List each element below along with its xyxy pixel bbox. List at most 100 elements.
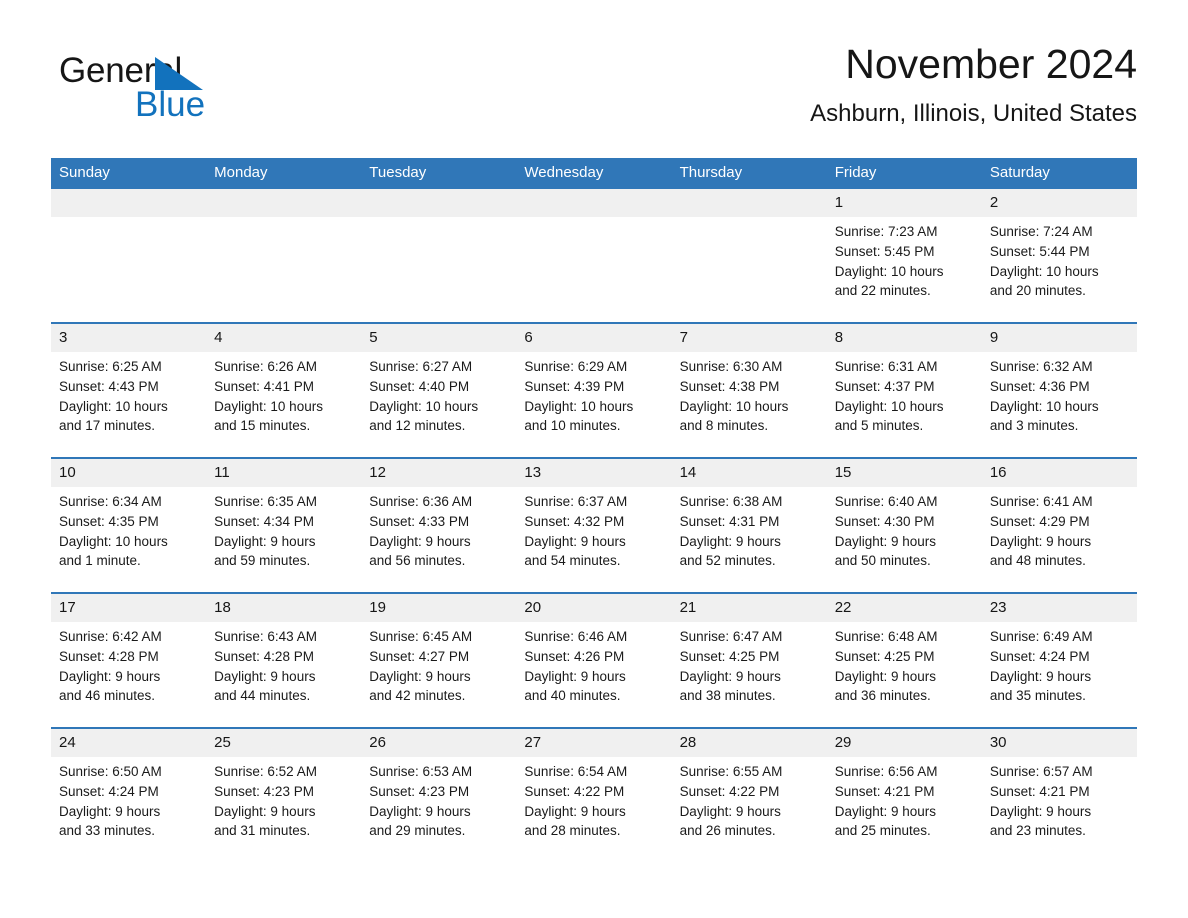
calendar-day-cell[interactable]: 28 Sunrise: 6:55 AM Sunset: 4:22 PM Dayl… bbox=[671, 727, 827, 862]
daylight-text-line2: and 25 minutes. bbox=[834, 823, 931, 839]
calendar-day-cell[interactable]: 2 Sunrise: 7:24 AM Sunset: 5:44 PM Dayli… bbox=[981, 189, 1137, 323]
day-details: Sunrise: 6:35 AM Sunset: 4:34 PM Dayligh… bbox=[206, 487, 361, 571]
calendar-day-cell[interactable]: 26 Sunrise: 6:53 AM Sunset: 4:23 PM Dayl… bbox=[361, 727, 517, 862]
day-details: Sunrise: 6:37 AM Sunset: 4:32 PM Dayligh… bbox=[516, 487, 671, 571]
calendar-day-cell[interactable]: 27 Sunrise: 6:54 AM Sunset: 4:22 PM Dayl… bbox=[516, 727, 672, 862]
day-number bbox=[516, 189, 672, 217]
day-number: 22 bbox=[826, 594, 982, 622]
calendar-day-cell[interactable]: 12 Sunrise: 6:36 AM Sunset: 4:33 PM Dayl… bbox=[361, 457, 517, 593]
daylight-text-line1: Daylight: 9 hours bbox=[524, 803, 626, 819]
calendar-day-cell[interactable]: 24 Sunrise: 6:50 AM Sunset: 4:24 PM Dayl… bbox=[51, 727, 207, 862]
calendar-day-cell[interactable]: 8 Sunrise: 6:31 AM Sunset: 4:37 PM Dayli… bbox=[826, 322, 982, 458]
calendar-day-cell[interactable]: 15 Sunrise: 6:40 AM Sunset: 4:30 PM Dayl… bbox=[826, 457, 982, 593]
calendar-day-cell[interactable]: 7 Sunrise: 6:30 AM Sunset: 4:38 PM Dayli… bbox=[671, 322, 827, 458]
sunrise-text: Sunrise: 6:49 AM bbox=[989, 629, 1093, 644]
day-number: 17 bbox=[51, 594, 207, 622]
calendar-day-cell[interactable]: 1 Sunrise: 7:23 AM Sunset: 5:45 PM Dayli… bbox=[826, 189, 982, 323]
sunrise-text: Sunrise: 6:32 AM bbox=[989, 359, 1093, 374]
calendar-day-cell[interactable]: 10 Sunrise: 6:34 AM Sunset: 4:35 PM Dayl… bbox=[51, 457, 207, 593]
sunset-text: Sunset: 4:24 PM bbox=[59, 783, 159, 799]
sunset-text: Sunset: 4:22 PM bbox=[524, 783, 625, 799]
calendar-day-cell[interactable]: 29 Sunrise: 6:56 AM Sunset: 4:21 PM Dayl… bbox=[826, 727, 982, 862]
daylight-text-line2: and 46 minutes. bbox=[59, 688, 156, 704]
daylight-text-line2: and 23 minutes. bbox=[989, 823, 1086, 839]
calendar-week-row: 1 Sunrise: 7:23 AM Sunset: 5:45 PM Dayli… bbox=[51, 189, 1137, 323]
calendar-day-cell[interactable] bbox=[51, 189, 207, 323]
sunrise-text: Sunrise: 6:53 AM bbox=[369, 764, 473, 779]
day-details: Sunrise: 6:52 AM Sunset: 4:23 PM Dayligh… bbox=[206, 757, 361, 841]
daylight-text-line2: and 54 minutes. bbox=[524, 553, 621, 569]
day-details: Sunrise: 6:47 AM Sunset: 4:25 PM Dayligh… bbox=[672, 622, 827, 706]
page-header: General Blue November 2024 Ashburn, Illi… bbox=[51, 38, 1137, 148]
sunset-text: Sunset: 4:28 PM bbox=[59, 648, 159, 664]
sunset-text: Sunset: 5:44 PM bbox=[989, 243, 1090, 259]
calendar-day-cell[interactable]: 25 Sunrise: 6:52 AM Sunset: 4:23 PM Dayl… bbox=[206, 727, 362, 862]
day-details: Sunrise: 6:55 AM Sunset: 4:22 PM Dayligh… bbox=[672, 757, 827, 841]
weekday-header-wednesday: Wednesday bbox=[516, 158, 672, 189]
sunrise-text: Sunrise: 6:38 AM bbox=[679, 494, 783, 509]
calendar-day-cell[interactable]: 13 Sunrise: 6:37 AM Sunset: 4:32 PM Dayl… bbox=[516, 457, 672, 593]
daylight-text-line2: and 5 minutes. bbox=[834, 418, 924, 434]
calendar-day-cell[interactable] bbox=[671, 189, 827, 323]
daylight-text-line2: and 1 minute. bbox=[59, 553, 141, 569]
daylight-text-line2: and 15 minutes. bbox=[214, 418, 311, 434]
day-details: Sunrise: 6:26 AM Sunset: 4:41 PM Dayligh… bbox=[206, 352, 361, 436]
calendar-day-cell[interactable] bbox=[516, 189, 672, 323]
calendar-day-cell[interactable]: 30 Sunrise: 6:57 AM Sunset: 4:21 PM Dayl… bbox=[981, 727, 1137, 862]
calendar-day-cell[interactable]: 3 Sunrise: 6:25 AM Sunset: 4:43 PM Dayli… bbox=[51, 322, 207, 458]
calendar-day-cell[interactable]: 23 Sunrise: 6:49 AM Sunset: 4:24 PM Dayl… bbox=[981, 592, 1137, 728]
calendar-day-cell[interactable]: 19 Sunrise: 6:45 AM Sunset: 4:27 PM Dayl… bbox=[361, 592, 517, 728]
calendar-day-cell[interactable]: 21 Sunrise: 6:47 AM Sunset: 4:25 PM Dayl… bbox=[671, 592, 827, 728]
sunrise-text: Sunrise: 6:30 AM bbox=[679, 359, 783, 374]
daylight-text-line2: and 22 minutes. bbox=[834, 283, 931, 299]
daylight-text-line1: Daylight: 9 hours bbox=[59, 668, 161, 684]
title-block: November 2024 Ashburn, Illinois, United … bbox=[810, 38, 1137, 128]
day-number: 6 bbox=[516, 324, 672, 352]
day-details: Sunrise: 6:53 AM Sunset: 4:23 PM Dayligh… bbox=[361, 757, 516, 841]
calendar-day-cell[interactable]: 4 Sunrise: 6:26 AM Sunset: 4:41 PM Dayli… bbox=[206, 322, 362, 458]
day-number: 18 bbox=[206, 594, 362, 622]
day-details: Sunrise: 6:49 AM Sunset: 4:24 PM Dayligh… bbox=[982, 622, 1137, 706]
daylight-text-line2: and 28 minutes. bbox=[524, 823, 621, 839]
daylight-text-line2: and 26 minutes. bbox=[679, 823, 776, 839]
daylight-text-line2: and 3 minutes. bbox=[989, 418, 1079, 434]
sunrise-text: Sunrise: 6:45 AM bbox=[369, 629, 473, 644]
daylight-text-line1: Daylight: 9 hours bbox=[834, 533, 937, 549]
calendar-day-cell[interactable]: 9 Sunrise: 6:32 AM Sunset: 4:36 PM Dayli… bbox=[981, 322, 1137, 458]
sunset-text: Sunset: 4:25 PM bbox=[679, 648, 780, 664]
daylight-text-line1: Daylight: 10 hours bbox=[679, 398, 789, 414]
daylight-text-line2: and 17 minutes. bbox=[59, 418, 156, 434]
calendar-day-cell[interactable]: 17 Sunrise: 6:42 AM Sunset: 4:28 PM Dayl… bbox=[51, 592, 207, 728]
day-details: Sunrise: 6:31 AM Sunset: 4:37 PM Dayligh… bbox=[827, 352, 982, 436]
day-details bbox=[206, 217, 361, 222]
calendar-day-cell[interactable] bbox=[206, 189, 362, 323]
calendar-day-cell[interactable]: 16 Sunrise: 6:41 AM Sunset: 4:29 PM Dayl… bbox=[981, 457, 1137, 593]
sunset-text: Sunset: 4:31 PM bbox=[679, 513, 780, 529]
calendar-day-cell[interactable]: 22 Sunrise: 6:48 AM Sunset: 4:25 PM Dayl… bbox=[826, 592, 982, 728]
calendar-day-cell[interactable]: 6 Sunrise: 6:29 AM Sunset: 4:39 PM Dayli… bbox=[516, 322, 672, 458]
daylight-text-line1: Daylight: 9 hours bbox=[59, 803, 161, 819]
sunset-text: Sunset: 4:38 PM bbox=[679, 378, 780, 394]
calendar-day-cell[interactable]: 20 Sunrise: 6:46 AM Sunset: 4:26 PM Dayl… bbox=[516, 592, 672, 728]
sunrise-text: Sunrise: 7:23 AM bbox=[834, 224, 938, 239]
day-details bbox=[516, 217, 671, 222]
sunrise-text: Sunrise: 6:43 AM bbox=[214, 629, 317, 644]
daylight-text-line2: and 8 minutes. bbox=[679, 418, 769, 434]
calendar-day-cell[interactable]: 11 Sunrise: 6:35 AM Sunset: 4:34 PM Dayl… bbox=[206, 457, 362, 593]
day-number: 8 bbox=[826, 324, 982, 352]
day-details: Sunrise: 7:24 AM Sunset: 5:44 PM Dayligh… bbox=[982, 217, 1137, 301]
day-details: Sunrise: 6:50 AM Sunset: 4:24 PM Dayligh… bbox=[51, 757, 206, 841]
sunrise-text: Sunrise: 6:26 AM bbox=[214, 359, 317, 374]
day-details: Sunrise: 6:54 AM Sunset: 4:22 PM Dayligh… bbox=[516, 757, 671, 841]
calendar-day-cell[interactable]: 14 Sunrise: 6:38 AM Sunset: 4:31 PM Dayl… bbox=[671, 457, 827, 593]
calendar-day-cell[interactable]: 18 Sunrise: 6:43 AM Sunset: 4:28 PM Dayl… bbox=[206, 592, 362, 728]
daylight-text-line1: Daylight: 9 hours bbox=[369, 668, 471, 684]
generalblue-logo[interactable]: General Blue bbox=[59, 52, 359, 142]
calendar-day-cell[interactable] bbox=[361, 189, 517, 323]
sunset-text: Sunset: 4:24 PM bbox=[989, 648, 1090, 664]
calendar-day-cell[interactable]: 5 Sunrise: 6:27 AM Sunset: 4:40 PM Dayli… bbox=[361, 322, 517, 458]
day-number: 1 bbox=[826, 189, 982, 217]
day-details: Sunrise: 6:29 AM Sunset: 4:39 PM Dayligh… bbox=[516, 352, 671, 436]
calendar-week-row: 17 Sunrise: 6:42 AM Sunset: 4:28 PM Dayl… bbox=[51, 592, 1137, 728]
daylight-text-line2: and 56 minutes. bbox=[369, 553, 466, 569]
